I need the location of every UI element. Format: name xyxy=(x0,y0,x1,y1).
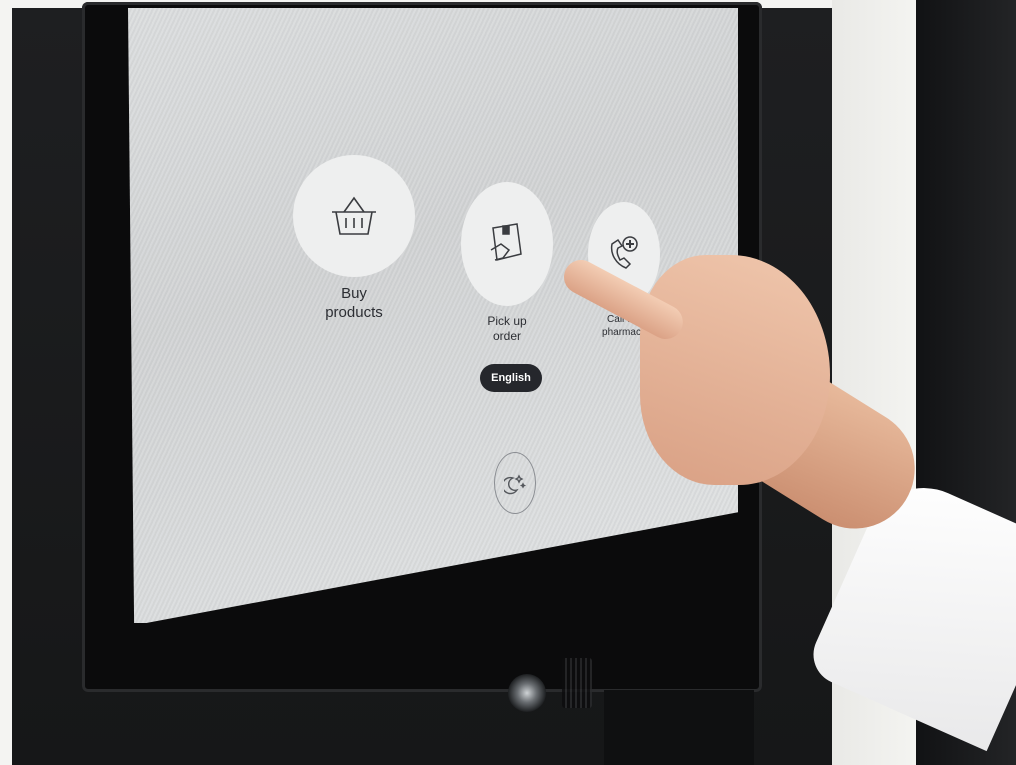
language-button[interactable]: English xyxy=(480,364,542,392)
language-button-label: English xyxy=(491,372,531,384)
buy-products-circle[interactable] xyxy=(293,155,415,277)
buy-products-label-line2: products xyxy=(325,303,383,321)
basket-icon xyxy=(332,196,376,235)
buy-products-label-line1: Buy xyxy=(341,285,367,302)
speaker-grille xyxy=(562,658,592,708)
phone-plus-icon xyxy=(610,236,638,269)
pick-up-order-circle[interactable] xyxy=(461,182,553,306)
background-wall-left xyxy=(0,0,12,765)
moon-stars-icon xyxy=(504,474,526,495)
pick-up-order-label-line1: Pick up xyxy=(487,314,527,328)
buy-products-button[interactable]: Buy products xyxy=(293,155,415,323)
pick-up-order-button[interactable]: Pick up order xyxy=(461,182,553,344)
pick-up-order-label: Pick up order xyxy=(461,314,553,344)
camera-lens xyxy=(508,674,546,712)
night-mode-button[interactable] xyxy=(494,452,536,514)
package-hand-icon xyxy=(490,223,522,261)
buy-products-label: Buy products xyxy=(293,285,415,323)
pick-up-order-label-line2: order xyxy=(492,329,521,343)
kiosk-lower-panel xyxy=(604,690,754,765)
